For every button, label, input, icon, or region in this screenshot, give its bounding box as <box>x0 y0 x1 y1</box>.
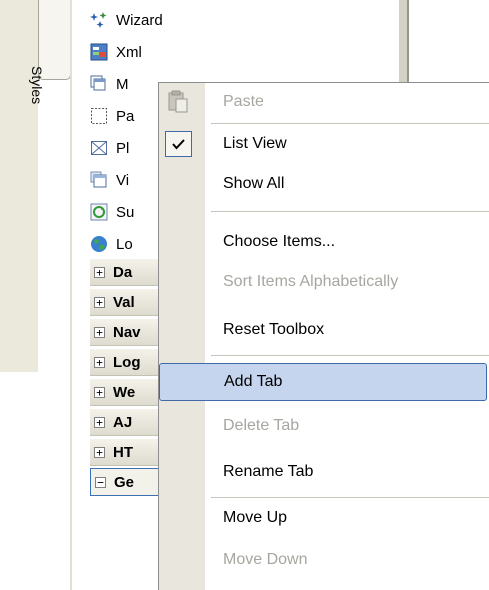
menu-item-sort-alphabetically[interactable]: Sort Items Alphabetically <box>159 263 488 301</box>
menu-item-move-up[interactable]: Move Up <box>159 499 488 537</box>
group-label: HT <box>113 443 133 461</box>
menu-separator <box>211 211 489 212</box>
paste-icon <box>168 90 188 113</box>
collapse-minus-icon[interactable]: − <box>95 476 106 488</box>
multiview-icon <box>90 75 106 91</box>
toolbox-item-label: Pl <box>116 139 130 157</box>
expand-plus-icon[interactable]: + <box>94 386 105 398</box>
toolbox-item-label: Pa <box>116 107 135 125</box>
menu-item-label: Reset Toolbox <box>223 321 325 338</box>
left-gutter <box>0 0 38 372</box>
group-label: Log <box>113 353 141 371</box>
placeholder-icon <box>91 141 107 155</box>
menu-item-label: Paste <box>223 93 264 110</box>
menu-item-reset-toolbox[interactable]: Reset Toolbox <box>159 311 488 349</box>
toolbox-item-label: Xml <box>116 43 142 61</box>
substitution-icon <box>90 203 108 221</box>
menu-item-label: Show All <box>223 175 285 192</box>
expand-plus-icon[interactable]: + <box>94 326 105 338</box>
group-label: We <box>113 383 136 401</box>
menu-separator <box>211 355 489 356</box>
menu-item-label: Move Up <box>223 509 288 526</box>
menu-separator <box>211 497 489 498</box>
group-label: Da <box>113 263 133 281</box>
expand-plus-icon[interactable]: + <box>94 446 105 458</box>
group-label: AJ <box>113 413 133 431</box>
context-menu: Paste List View Show All Choose Items...… <box>158 82 489 590</box>
group-label: Val <box>113 293 135 311</box>
menu-item-rename-tab[interactable]: Rename Tab <box>159 453 488 491</box>
localize-icon <box>91 236 107 252</box>
toolbox-item-label: Lo <box>116 235 133 253</box>
menu-item-label: List View <box>223 135 287 152</box>
xml-icon <box>90 43 108 61</box>
expand-plus-icon[interactable]: + <box>94 356 105 368</box>
menu-item-label: Choose Items... <box>223 233 336 250</box>
menu-item-delete-tab[interactable]: Delete Tab <box>159 407 488 445</box>
expand-plus-icon[interactable]: + <box>94 266 105 278</box>
menu-item-label: Rename Tab <box>223 463 314 480</box>
group-label: Nav <box>113 323 141 341</box>
expand-plus-icon[interactable]: + <box>94 296 105 308</box>
toolbox-item-wizard[interactable]: Wizard <box>90 4 390 36</box>
menu-item-list-view[interactable]: List View <box>159 125 488 163</box>
group-label: Ge <box>114 473 135 491</box>
menu-item-label: Sort Items Alphabetically <box>223 273 399 290</box>
styles-tab-label: Styles <box>29 66 45 105</box>
checkmark-icon <box>172 139 185 150</box>
menu-item-label: Delete Tab <box>223 417 300 434</box>
menu-item-add-tab[interactable]: Add Tab <box>159 363 487 401</box>
toolbox-item-xml[interactable]: Xml <box>90 36 390 68</box>
menu-item-paste[interactable]: Paste <box>159 83 488 121</box>
checked-indicator <box>165 131 192 157</box>
menu-item-choose-items[interactable]: Choose Items... <box>159 223 488 261</box>
toolbox-item-label: Su <box>116 203 135 221</box>
menu-item-label: Add Tab <box>224 373 283 390</box>
toolbox-item-label: Wizard <box>116 11 163 29</box>
menu-item-move-down[interactable]: Move Down <box>159 541 488 579</box>
wizard-icon <box>90 12 107 28</box>
view-icon <box>90 171 107 188</box>
expand-plus-icon[interactable]: + <box>94 416 105 428</box>
panel-icon <box>91 108 107 124</box>
toolbox-item-label: M <box>116 75 129 93</box>
menu-separator <box>211 123 489 124</box>
styles-side-tab[interactable]: Styles <box>29 0 71 104</box>
menu-item-label: Move Down <box>223 551 308 568</box>
toolbox-item-label: Vi <box>116 171 130 189</box>
menu-item-show-all[interactable]: Show All <box>159 165 488 203</box>
